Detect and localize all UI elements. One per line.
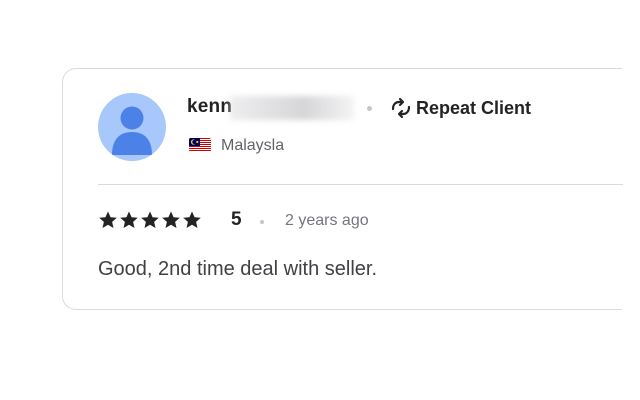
divider [98,184,623,185]
separator-dot [260,220,264,224]
review-text: Good, 2nd time deal with seller. [98,258,378,280]
repeat-client-badge: Repeat Client [389,97,531,119]
separator-dot [367,106,372,111]
avatar[interactable] [98,93,166,161]
star-icon [141,211,159,228]
repeat-client-label: Repeat Client [416,97,532,118]
reviewer-username[interactable]: kenn [187,96,232,118]
reviewer-country: Malaysla [221,137,285,154]
rating-value: 5 [231,209,242,230]
star-icon [99,211,117,228]
malaysia-flag-icon [189,138,211,152]
username-redaction [230,96,354,120]
star-icon [162,211,180,228]
star-icon [120,211,138,228]
star-icon [183,211,201,228]
default-user-avatar-icon [112,106,152,155]
review-card: kenn Repeat Client Malaysla 5 2 years ag… [62,68,623,310]
repeat-icon [391,97,411,119]
review-time-ago: 2 years ago [285,212,369,229]
star-rating [98,210,202,230]
